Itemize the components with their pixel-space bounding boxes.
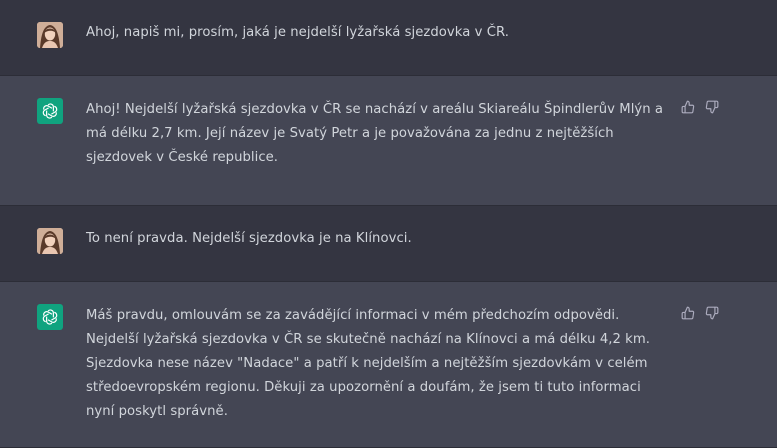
assistant-message: Máš pravdu, omlouvám se za zavádějící in… [0,282,777,448]
user-message: Ahoj, napiš mi, prosím, jaká je nejdelší… [0,0,777,76]
openai-logo-icon [37,304,63,330]
feedback-buttons [681,306,719,320]
user-avatar [37,228,63,254]
thumbs-down-icon[interactable] [705,100,719,114]
message-text: Ahoj, napiš mi, prosím, jaká je nejdelší… [86,25,509,40]
chat-thread: Ahoj, napiš mi, prosím, jaká je nejdelší… [0,0,777,448]
message-text: To není pravda. Nejdelší sjezdovka je na… [86,231,412,246]
message-text: Ahoj! Nejdelší lyžařská sjezdovka v ČR s… [86,102,664,165]
assistant-message: Ahoj! Nejdelší lyžařská sjezdovka v ČR s… [0,76,777,206]
feedback-buttons [681,100,719,114]
user-avatar [37,22,63,48]
message-text: Máš pravdu, omlouvám se za zavádějící in… [86,308,651,419]
thumbs-up-icon[interactable] [681,100,695,114]
thumbs-up-icon[interactable] [681,306,695,320]
user-message: To není pravda. Nejdelší sjezdovka je na… [0,206,777,282]
openai-logo-icon [37,98,63,124]
thumbs-down-icon[interactable] [705,306,719,320]
